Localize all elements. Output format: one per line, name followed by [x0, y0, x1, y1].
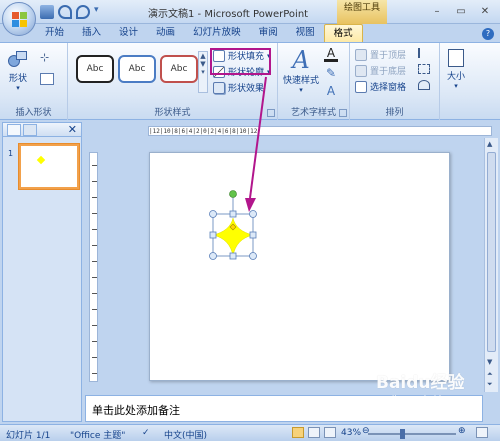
minimize-button[interactable]: –	[426, 4, 448, 18]
group-label-shape-styles: 形状样式	[154, 108, 191, 118]
status-bar: 幻灯片 1/1 "Office 主题" ✓ 中文(中国) 43% ⊖ ⊕	[0, 424, 500, 441]
send-back-icon	[355, 64, 367, 77]
tab-view[interactable]: 视图	[287, 24, 324, 43]
scroll-up-icon[interactable]: ▲	[487, 140, 492, 148]
text-outline-icon[interactable]: ✎	[324, 67, 338, 79]
tab-home[interactable]: 开始	[36, 24, 73, 43]
text-box-icon[interactable]	[40, 73, 54, 85]
send-to-back-button[interactable]: 置于底层	[355, 64, 406, 77]
spellcheck-icon[interactable]: ✓	[142, 428, 150, 438]
group-objects-icon[interactable]	[418, 64, 430, 74]
slide-thumbnail[interactable]	[19, 144, 79, 189]
slide-show-icon[interactable]	[324, 427, 336, 438]
quick-styles-label: 快速样式	[282, 76, 319, 86]
shape-style-sample-3[interactable]: Abc	[160, 55, 198, 83]
slide-thumb-number: 1	[8, 149, 14, 158]
group-wordart-styles: A 快速样式 ▾ A ✎ A 艺术字样式	[278, 43, 350, 120]
group-label-insert-shapes: 插入形状	[15, 108, 52, 118]
customize-qat-icon[interactable]: ▾	[94, 5, 102, 19]
tab-insert[interactable]: 插入	[73, 24, 110, 43]
office-logo-icon	[12, 12, 27, 27]
slides-tab-icon[interactable]	[7, 124, 21, 136]
slide-count: 幻灯片 1/1	[6, 431, 51, 441]
bring-to-front-button[interactable]: 置于顶层	[355, 48, 406, 61]
group-arrange: 置于顶层 置于底层 选择窗格 排列	[350, 43, 440, 120]
slide-sorter-icon[interactable]	[308, 427, 320, 438]
zoom-level[interactable]: 43%	[341, 428, 361, 438]
selection-pane-button[interactable]: 选择窗格	[355, 80, 406, 93]
size-button[interactable]: 大小 ▾	[442, 49, 470, 90]
vertical-ruler	[89, 152, 98, 382]
watermark-url: jingyan.baidu.com	[392, 394, 466, 403]
baidu-jingyan-watermark: Baidu经验 jingyan.baidu.com	[372, 368, 492, 413]
bring-front-icon	[355, 48, 367, 61]
tab-format[interactable]: 格式	[323, 24, 363, 43]
shape-effects-button[interactable]: 形状效果	[213, 81, 264, 94]
redo-icon[interactable]	[76, 5, 90, 19]
outline-tab-icon[interactable]	[23, 124, 37, 136]
notes-placeholder: 单击此处添加备注	[92, 404, 180, 417]
shape-effects-label: 形状效果	[228, 84, 265, 94]
close-button[interactable]: ✕	[474, 4, 496, 18]
fit-to-window-icon[interactable]	[476, 427, 488, 438]
undo-icon[interactable]	[58, 5, 72, 19]
vertical-scrollbar[interactable]: ▲ ▼ ⏶ ⏷	[484, 138, 498, 392]
save-icon[interactable]	[40, 5, 54, 19]
slide-canvas[interactable]	[149, 152, 450, 381]
thumb-star-icon	[36, 155, 46, 165]
drawing-tools-context-title: 绘图工具	[337, 0, 387, 24]
scroll-down-icon[interactable]: ▼	[487, 358, 492, 366]
close-panel-icon[interactable]: ✕	[68, 123, 77, 136]
shape-effects-icon	[213, 81, 225, 94]
wordart-styles-launcher[interactable]	[339, 109, 347, 117]
quick-access-toolbar: ▾	[40, 5, 102, 19]
shape-style-sample-1[interactable]: Abc	[76, 55, 114, 83]
scroll-thumb[interactable]	[487, 152, 496, 352]
selection-pane-icon	[355, 80, 367, 93]
group-label-arrange: 排列	[385, 108, 404, 118]
slides-panel: ✕ 1	[2, 122, 82, 422]
edit-shape-icon[interactable]: ⊹	[40, 51, 56, 64]
language-indicator[interactable]: 中文(中国)	[164, 428, 207, 441]
zoom-slider[interactable]	[368, 433, 456, 435]
shapes-icon	[8, 49, 28, 69]
tab-slide-show[interactable]: 幻灯片放映	[184, 24, 250, 43]
style-gallery-scroll[interactable]: ▲ ▼ ▾	[198, 51, 208, 93]
ribbon-help-icon[interactable]: ?	[482, 28, 494, 40]
window-title: 演示文稿1 - Microsoft PowerPoint	[148, 9, 309, 20]
shape-style-sample-2[interactable]: Abc	[118, 55, 156, 83]
text-effects-icon[interactable]: A	[324, 85, 338, 97]
selection-pane-label: 选择窗格	[370, 83, 407, 93]
office-button[interactable]	[2, 2, 36, 36]
rotate-icon[interactable]	[418, 80, 430, 90]
text-fill-icon[interactable]: A	[324, 47, 338, 62]
theme-name: "Office 主题"	[70, 431, 126, 441]
bring-to-front-label: 置于顶层	[370, 51, 407, 61]
quick-styles-button[interactable]: A 快速样式 ▾	[282, 47, 320, 94]
size-label: 大小	[446, 72, 465, 82]
group-insert-shapes: 形状 ▾ ⊹ 插入形状	[0, 43, 68, 120]
shape-styles-launcher[interactable]	[267, 109, 275, 117]
watermark-text: Baidu经验	[376, 373, 465, 393]
send-to-back-label: 置于底层	[370, 67, 407, 77]
group-size: 大小 ▾	[440, 43, 472, 120]
wordart-a-icon: A	[292, 46, 310, 74]
shapes-button[interactable]: 形状 ▾	[6, 49, 30, 92]
shapes-label: 形状	[8, 74, 27, 84]
tab-animations[interactable]: 动画	[147, 24, 184, 43]
horizontal-ruler: |12|10|8|6|4|2|0|2|4|6|8|10|12|	[148, 126, 492, 136]
zoom-slider-thumb[interactable]	[400, 429, 405, 439]
ribbon-tabs: 开始 插入 设计 动画 幻灯片放映 审阅 视图 格式	[36, 24, 363, 43]
title-bar: ▾ 演示文稿1 - Microsoft PowerPoint 绘图工具 – ▭ …	[0, 0, 500, 24]
maximize-button[interactable]: ▭	[450, 4, 472, 18]
tab-review[interactable]: 审阅	[250, 24, 287, 43]
normal-view-icon[interactable]	[292, 427, 304, 438]
highlight-box-shape-fill-outline	[210, 48, 271, 75]
align-icon[interactable]	[418, 48, 430, 58]
size-icon	[448, 49, 464, 67]
panel-tabs: ✕	[3, 123, 81, 137]
tab-design[interactable]: 设计	[110, 24, 147, 43]
zoom-in-icon[interactable]: ⊕	[458, 426, 466, 436]
